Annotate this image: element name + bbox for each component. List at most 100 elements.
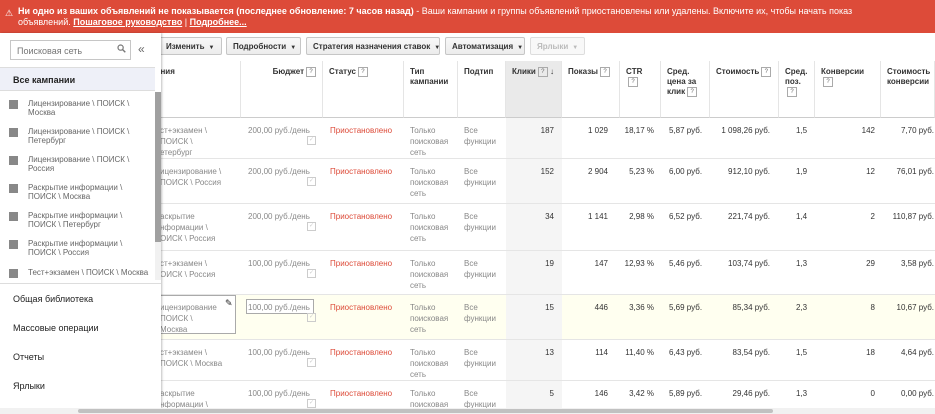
search-input[interactable] [15,43,117,59]
campaign-name[interactable]: ст+экзамен \ ПОИСК \ етербург [160,125,235,158]
table-row[interactable]: ст+экзамен \ ОИСК \ Россия 100,00 руб./ден… [150,251,935,295]
horizontal-scrollbar[interactable] [78,409,773,413]
help-icon[interactable]: ? [823,77,833,87]
avg-cpc-value: 5,69 руб. [669,303,703,312]
campaign-label: Лицензирование \ ПОИСК \ Москва [28,99,130,117]
avg-cpc-value: 6,00 руб. [669,167,703,176]
header-cost-per-conv[interactable]: Стоимость конверсии [881,61,935,118]
header-cost[interactable]: Стоимость? [710,61,779,118]
sidebar-scrollbar[interactable] [155,92,161,242]
help-icon[interactable]: ? [600,67,610,77]
clicks-value: 15 [545,303,554,312]
avg-position-value: 1,3 [796,389,808,398]
budget-value[interactable]: 100,00 руб./день [248,258,318,269]
bid-strategy-button[interactable]: Стратегия назначения ставок ▼ [306,37,440,55]
campaign-name[interactable]: ст+экзамен \ ОИСК \ Россия [160,258,235,280]
campaign-name[interactable]: ст+экзамен \ ПОИСК \ Москва [160,347,235,369]
header-subtype-label: Подтип [464,67,494,76]
cost-value: 83,54 руб. [732,348,771,357]
table-row[interactable]: аскрытие нформации \ ОИСК \ Россия 200,00 р… [150,204,935,251]
table-row[interactable]: ст+экзамен \ ПОИСК \ Москва 100,00 руб./де… [150,340,935,381]
campaign-name[interactable]: ицензирование ПОИСК \ Москва [160,302,235,335]
help-icon[interactable]: ? [787,87,797,97]
header-budget[interactable]: Бюджет? [241,61,323,118]
header-campaign[interactable]: ания [150,61,241,118]
automation-button-label: Автоматизация [452,42,514,51]
campaign-type: Только поисковая сеть [410,348,449,379]
budget-value[interactable]: 200,00 руб./день [248,166,318,177]
table-row[interactable]: ✎ ицензирование ПОИСК \ Москва 100,00 руб./д… [150,295,935,340]
budget-value[interactable]: 200,00 руб./день [248,125,318,136]
labels-button[interactable]: Ярлыки ▼ [530,37,585,55]
campaign-item[interactable]: Раскрытие информации \ ПОИСК \ Москва [9,183,153,203]
campaign-label: Лицензирование \ ПОИСК \ Россия [28,155,130,173]
header-avg-cpc[interactable]: Сред. цена за клик? [661,61,710,118]
campaign-name[interactable]: ицензирование \ ПОИСК \ Россия [160,166,235,188]
edit-button-label: Изменить [166,42,205,51]
status-value[interactable]: Приостановлено [330,258,392,269]
campaign-item[interactable]: Тест+экзамен \ ПОИСК \ Москва [9,268,153,288]
table-row[interactable]: ицензирование \ ПОИСК \ Россия 200,00 руб.… [150,159,935,204]
search-icon[interactable] [117,44,126,53]
status-value[interactable]: Приостановлено [330,302,392,313]
campaign-item[interactable]: Лицензирование \ ПОИСК \ Петербург [9,127,153,147]
budget-value[interactable]: 200,00 руб./день [248,211,318,222]
campaign-item[interactable]: Раскрытие информации \ ПОИСК \ Россия [9,239,153,259]
campaign-item[interactable]: Лицензирование \ ПОИСК \ Москва [9,99,153,119]
nav-reports[interactable]: Отчеты [13,352,44,362]
help-icon[interactable]: ? [537,67,548,77]
header-clicks[interactable]: Клики? ↓ [506,61,562,118]
all-campaigns-item[interactable]: Все кампании [0,67,155,91]
campaign-name[interactable]: аскрытие нформации \ ОИСК \ Россия [160,211,235,244]
more-link[interactable]: Подробнее... [190,17,247,27]
header-status[interactable]: Статус? [323,61,404,118]
help-icon[interactable]: ? [628,77,638,87]
warning-icon: ⚠ [5,8,14,18]
campaign-subtype: Все функции [464,212,496,232]
avg-position-value: 2,3 [796,303,808,312]
header-cpconv-l1: Стоимость [887,67,931,76]
details-button[interactable]: Подробности ▼ [226,37,301,55]
header-avg-position[interactable]: Сред. поз.? [779,61,815,118]
status-value[interactable]: Приостановлено [330,125,392,136]
edit-button[interactable]: Изменить ▼ [159,37,222,55]
campaign-label: Тест+экзамен \ ПОИСК \ Москва [28,268,149,277]
budget-value[interactable]: 100,00 руб./день [248,388,318,399]
avg-position-value: 1,4 [796,212,808,221]
header-ctr-label: CTR [626,67,643,76]
budget-check-icon: ✓ [307,313,316,322]
status-value[interactable]: Приостановлено [330,347,392,358]
header-ctr[interactable]: CTR? [620,61,661,118]
help-icon[interactable]: ? [357,67,368,77]
collapse-icon[interactable]: « [138,42,145,56]
help-icon[interactable]: ? [761,67,772,77]
help-icon[interactable]: ? [687,87,698,97]
help-icon[interactable]: ? [306,67,316,77]
guide-link[interactable]: Пошаговое руководство [73,17,182,27]
chevron-down-icon: ▼ [208,45,215,51]
budget-value[interactable]: 100,00 руб./день [248,347,318,358]
automation-button[interactable]: Автоматизация ▼ [445,37,525,55]
nav-shared-library[interactable]: Общая библиотека [13,294,93,304]
table-row[interactable]: ст+экзамен \ ПОИСК \ етербург 200,00 руб./д… [150,118,935,159]
status-value[interactable]: Приостановлено [330,166,392,177]
header-subtype[interactable]: Подтип [458,61,506,118]
impressions-value: 147 [594,259,608,268]
nav-labels[interactable]: Ярлыки [13,381,45,391]
campaign-item[interactable]: Лицензирование \ ПОИСК \ Россия [9,155,153,175]
ctr-value: 18,17 % [624,126,654,135]
budget-value[interactable]: 100,00 руб./день [248,302,318,313]
status-value[interactable]: Приостановлено [330,211,392,222]
header-conversions[interactable]: Конверсии? [815,61,881,118]
header-impressions[interactable]: Показы? [562,61,620,118]
campaign-item[interactable]: Раскрытие информации \ ПОИСК \ Петербург [9,211,153,231]
bid-strategy-label: Стратегия назначения ставок [313,42,431,51]
clicks-highlight [506,118,562,158]
table-row[interactable]: аскрытие нформации \ 100,00 руб./день ✓ Прио… [150,381,935,411]
status-value[interactable]: Приостановлено [330,388,392,399]
header-campaign-type[interactable]: Тип кампании [404,61,458,118]
nav-bulk-operations[interactable]: Массовые операции [13,323,99,333]
header-type-l2: кампании [410,77,449,86]
campaign-name[interactable]: аскрытие нформации \ [160,388,235,410]
ctr-value: 3,42 % [629,389,654,398]
